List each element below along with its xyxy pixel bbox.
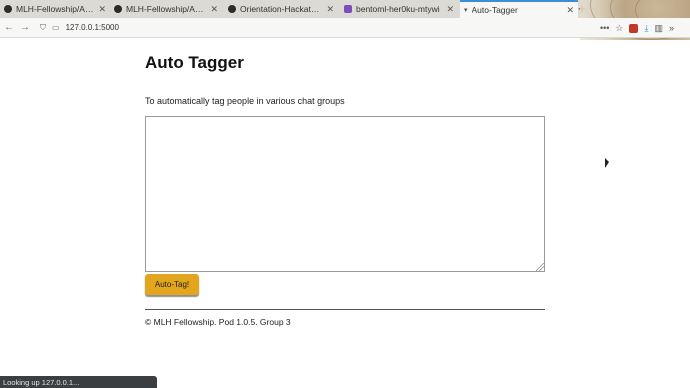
footer-divider <box>145 309 545 310</box>
toolbar-actions: ••• ☆ ⤓ ▥ » <box>600 18 674 38</box>
tab-orientation[interactable]: Orientation-Hackathon ✕ <box>224 0 338 18</box>
tab-label: MLH-Fellowship/Auto-T <box>126 4 208 14</box>
page-description: To automatically tag people in various c… <box>145 96 345 106</box>
tab-label: bentoml-her0ku-mtywi <box>356 4 440 14</box>
back-icon[interactable]: ← <box>2 21 16 35</box>
tab-mlh-2[interactable]: MLH-Fellowship/Auto-T ✕ <box>110 0 222 18</box>
tab-mlh-1[interactable]: MLH-Fellowship/Auto-T ✕ <box>0 0 110 18</box>
bookmark-star-icon[interactable]: ☆ <box>615 23 623 34</box>
resize-grip-icon[interactable] <box>536 263 544 271</box>
url-text: 127.0.0.1:5000 <box>65 23 119 32</box>
page-icon: ▾ <box>464 7 468 14</box>
page-title: Auto Tagger <box>145 53 244 72</box>
mouse-cursor-icon <box>605 158 609 168</box>
extension-icon[interactable] <box>629 23 639 33</box>
auto-tag-button[interactable]: Auto-Tag! <box>145 274 199 295</box>
tab-strip: MLH-Fellowship/Auto-T ✕ MLH-Fellowship/A… <box>0 0 690 40</box>
tab-label: Auto-Tagger <box>471 5 518 15</box>
close-tab-icon[interactable]: ✕ <box>326 4 334 15</box>
overflow-menu-icon[interactable]: » <box>669 23 674 33</box>
navigation-toolbar: ← → ⛉ ▭ 127.0.0.1:5000 ••• ☆ ⤓ ▥ » <box>0 18 690 38</box>
url-bar[interactable]: ⛉ ▭ 127.0.0.1:5000 <box>40 20 119 36</box>
tab-bentoml[interactable]: bentoml-her0ku-mtywi ✕ <box>340 0 458 18</box>
github-icon <box>228 5 236 13</box>
tab-label: Orientation-Hackathon <box>240 4 324 14</box>
close-tab-icon[interactable]: ✕ <box>446 4 454 15</box>
close-tab-icon[interactable]: ✕ <box>210 4 218 15</box>
download-icon[interactable]: ⤓ <box>644 23 648 34</box>
message-textarea[interactable] <box>145 116 545 272</box>
close-tab-icon[interactable]: ✕ <box>566 5 574 16</box>
page-actions-icon[interactable]: ••• <box>600 23 609 33</box>
shield-icon: ⛉ <box>40 22 46 32</box>
github-icon <box>4 5 12 13</box>
library-icon[interactable]: ▥ <box>654 23 663 34</box>
github-icon <box>114 5 122 13</box>
tab-label: MLH-Fellowship/Auto-T <box>16 4 95 14</box>
status-bar: Looking up 127.0.0.1... <box>0 376 157 388</box>
close-tab-icon[interactable]: ✕ <box>98 4 106 15</box>
page-info-icon: ▭ <box>52 23 60 32</box>
forward-icon[interactable]: → <box>18 21 32 35</box>
heroku-icon <box>344 5 352 13</box>
footer-text: © MLH Fellowship. Pod 1.0.5. Group 3 <box>145 317 291 327</box>
tab-auto-tagger[interactable]: ▾ Auto-Tagger ✕ <box>460 0 578 18</box>
